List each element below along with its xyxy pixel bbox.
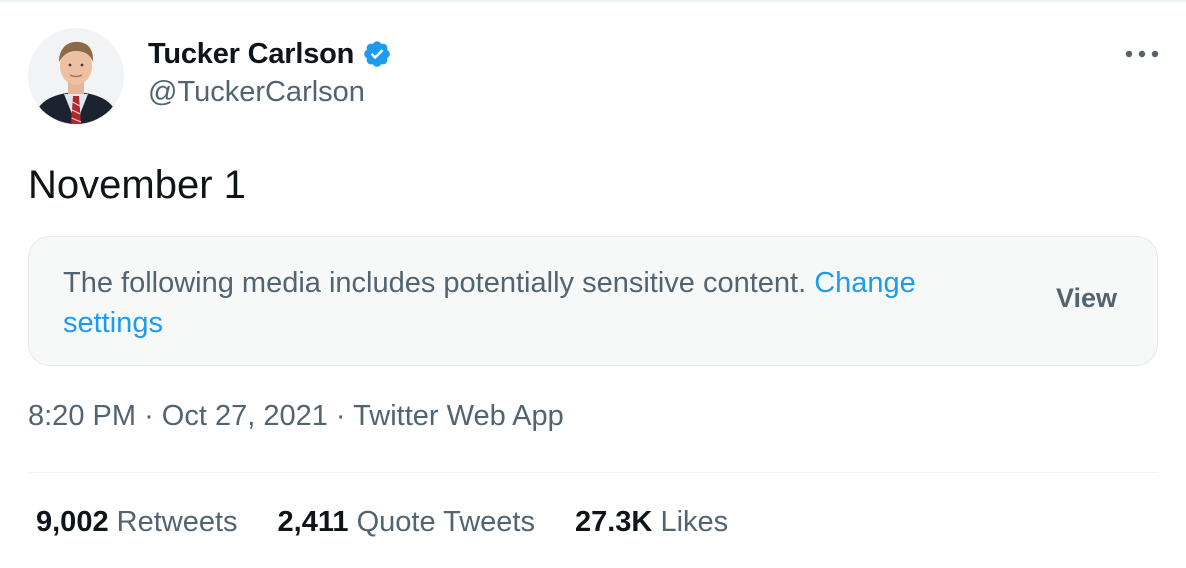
sensitive-media-notice: The following media includes potentially… — [28, 236, 1158, 366]
author-display-name[interactable]: Tucker Carlson — [148, 38, 354, 71]
stats-divider — [28, 472, 1158, 473]
author-handle[interactable]: @TuckerCarlson — [148, 76, 365, 109]
retweets-label: Retweets — [116, 506, 238, 538]
engagement-stats: 9,002 Retweets 2,411 Quote Tweets 27.3K … — [36, 506, 768, 539]
likes-count: 27.3K — [574, 506, 653, 538]
sensitive-warning-message: The following media includes potentially… — [63, 267, 807, 299]
retweets-count: 9,002 — [36, 506, 109, 538]
likes-label: Likes — [660, 506, 729, 538]
quote-tweets-count: 2,411 — [277, 506, 349, 538]
more-options-icon — [1125, 50, 1159, 58]
quote-tweets-stat[interactable]: 2,411 Quote Tweets — [278, 506, 535, 539]
tweet-source[interactable]: Twitter Web App — [353, 400, 564, 432]
meta-separator: · — [144, 400, 154, 432]
profile-photo-icon — [28, 28, 124, 124]
retweets-stat[interactable]: 9,002 Retweets — [36, 506, 238, 539]
tweet-time[interactable]: 8:20 PM — [28, 400, 136, 432]
likes-stat[interactable]: 27.3K Likes — [575, 506, 728, 539]
meta-separator: · — [335, 400, 346, 432]
quote-tweets-label: Quote Tweets — [356, 506, 535, 538]
view-media-button[interactable]: View — [1056, 283, 1117, 314]
verified-badge-icon — [364, 41, 390, 67]
tweet-meta: 8:20 PM · Oct 27, 2021 · Twitter Web App — [28, 400, 564, 433]
sensitive-warning-text: The following media includes potentially… — [63, 263, 983, 343]
author-name-row: Tucker Carlson — [148, 36, 392, 72]
tweet-date[interactable]: Oct 27, 2021 — [162, 400, 328, 432]
top-divider — [0, 0, 1186, 2]
more-options-button[interactable] — [1120, 40, 1164, 68]
tweet-text: November 1 — [28, 163, 246, 207]
avatar[interactable] — [28, 28, 124, 124]
